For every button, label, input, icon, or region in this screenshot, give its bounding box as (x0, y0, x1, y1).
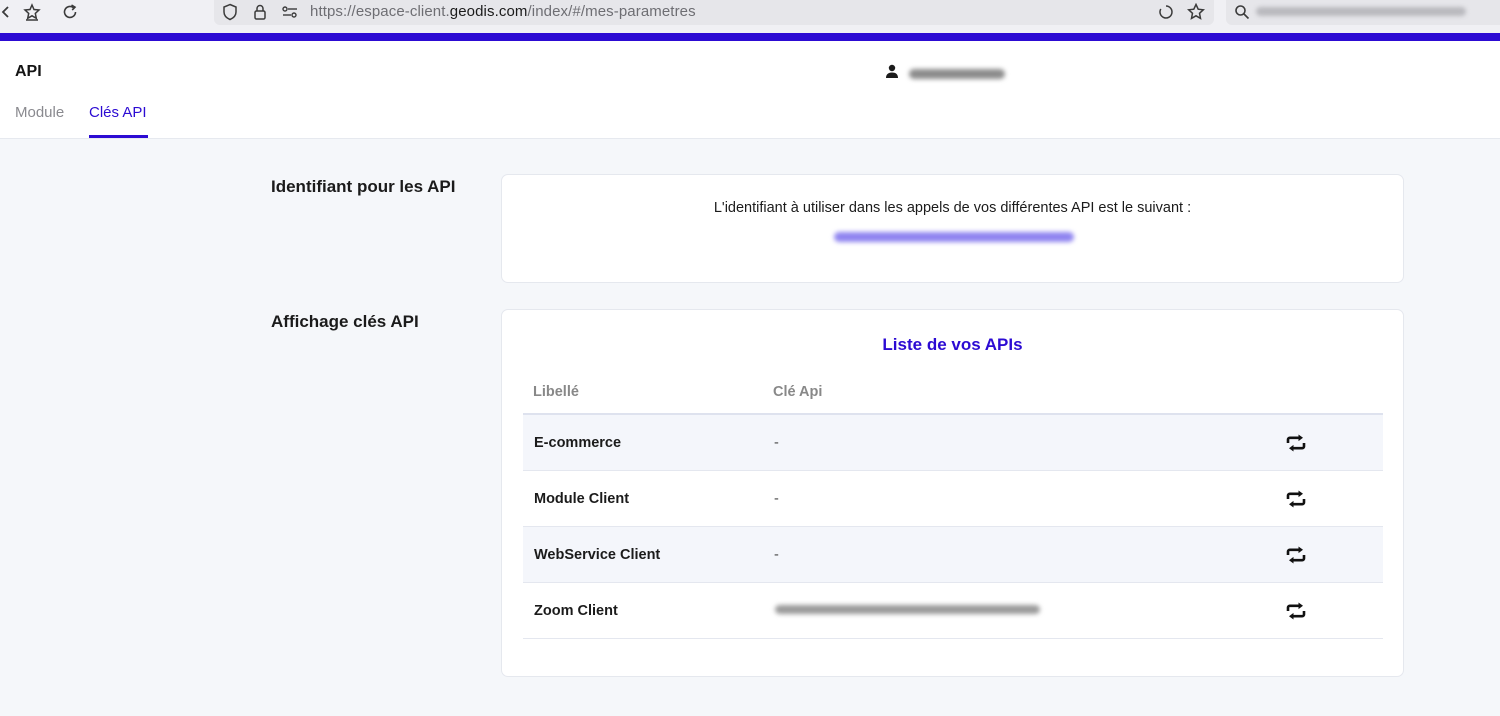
tab-module[interactable]: Module (15, 104, 64, 138)
url-host: geodis.com (449, 3, 528, 20)
api-key: - (774, 435, 779, 451)
identifier-description: L'identifiant à utiliser dans les appels… (713, 200, 1192, 216)
bookmark-star-icon[interactable] (22, 2, 42, 22)
table-row: E-commerce - (523, 415, 1383, 471)
url-bar[interactable]: https://espace-client.geodis.com/index/#… (214, 0, 1214, 25)
column-header-key: Clé Api (773, 384, 823, 400)
api-label: Zoom Client (534, 603, 618, 619)
refresh-icon[interactable] (1284, 432, 1308, 454)
api-keys-card: Liste de vos APIs Libellé Clé Api E-comm… (501, 309, 1404, 677)
api-label: WebService Client (534, 547, 661, 563)
identifier-card: L'identifiant à utiliser dans les appels… (501, 174, 1404, 283)
keys-section-label: Affichage clés API (271, 312, 419, 331)
table-header: Libellé Clé Api (523, 372, 1383, 415)
table-row: WebService Client - (523, 527, 1383, 583)
page-title: API (15, 63, 42, 80)
loading-spinner-icon (1156, 2, 1176, 22)
refresh-icon[interactable] (1284, 544, 1308, 566)
identifier-value-redacted (834, 232, 1074, 242)
api-key-redacted (775, 605, 1040, 614)
user-icon (885, 64, 899, 83)
identifier-section-label: Identifiant pour les API (271, 177, 456, 196)
bookmark-star-icon[interactable] (1186, 2, 1206, 22)
tab-api-keys[interactable]: Clés API (89, 104, 147, 138)
api-keys-table: Libellé Clé Api E-commerce - Module Clie… (523, 372, 1383, 639)
search-icon (1232, 2, 1252, 22)
active-tab-indicator (89, 135, 148, 138)
url-text[interactable]: https://espace-client.geodis.com/index/#… (310, 3, 696, 20)
accent-strip (0, 33, 1500, 41)
user-menu[interactable] (885, 64, 1005, 83)
site-settings-icon[interactable] (280, 2, 300, 22)
search-bar[interactable] (1226, 0, 1500, 25)
refresh-icon[interactable] (1284, 600, 1308, 622)
lock-icon[interactable] (250, 2, 270, 22)
table-row: Zoom Client (523, 583, 1383, 639)
refresh-icon[interactable] (1284, 488, 1308, 510)
api-list-title: Liste de vos APIs (882, 335, 1023, 354)
api-key: - (774, 547, 779, 563)
app-header: API Module Clés API (0, 41, 1500, 139)
url-prefix: https://espace-client. (310, 3, 450, 20)
table-row: Module Client - (523, 471, 1383, 527)
reload-icon[interactable] (60, 2, 80, 22)
browser-toolbar: https://espace-client.geodis.com/index/#… (0, 0, 1500, 33)
back-arrow-icon[interactable] (0, 2, 16, 22)
search-text-redacted (1256, 7, 1466, 16)
url-path: /index/#/mes-parametres (527, 3, 696, 20)
api-key: - (774, 491, 779, 507)
shield-icon[interactable] (220, 2, 240, 22)
api-label: Module Client (534, 491, 630, 507)
column-header-label: Libellé (533, 384, 579, 400)
api-label: E-commerce (534, 435, 622, 451)
user-name-redacted (909, 68, 1005, 79)
